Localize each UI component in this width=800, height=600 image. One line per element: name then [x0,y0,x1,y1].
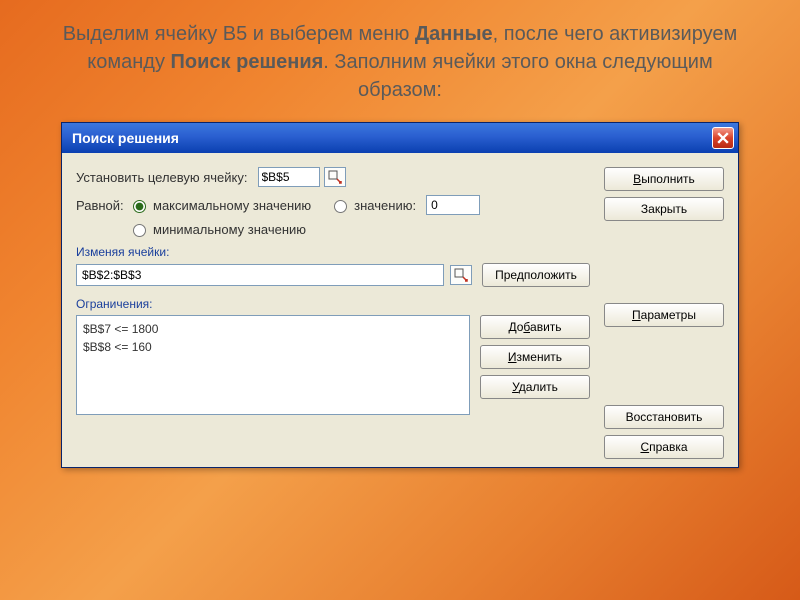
radio-min-label: минимальному значению [153,222,306,237]
list-item[interactable]: $B$8 <= 160 [83,338,463,356]
list-item[interactable]: $B$7 <= 1800 [83,320,463,338]
radio-min[interactable] [133,224,146,237]
parameters-button[interactable]: Параметры [604,303,724,327]
changing-cells-label: Изменяя ячейки: [76,245,590,259]
radio-max-label: максимальному значению [153,198,311,213]
slide-instruction: Выделим ячейку В5 и выберем меню Данные,… [0,20,800,104]
dialog-title: Поиск решения [72,130,179,146]
close-button[interactable]: Закрыть [604,197,724,221]
radio-value[interactable] [334,200,347,213]
add-button[interactable]: Добавить [480,315,590,339]
titlebar: Поиск решения [62,123,738,153]
refedit-icon[interactable] [450,265,472,285]
equal-to-label: Равной: [76,198,128,213]
radio-max[interactable] [133,200,146,213]
change-button[interactable]: Изменить [480,345,590,369]
radio-value-label: значению: [354,198,416,213]
solver-dialog: Поиск решения Установить целевую ячейку:… [61,122,739,468]
value-input[interactable] [426,195,480,215]
target-cell-label: Установить целевую ячейку: [76,170,248,185]
guess-button[interactable]: Предположить [482,263,590,287]
restore-button[interactable]: Восстановить [604,405,724,429]
refedit-icon[interactable] [324,167,346,187]
constraints-listbox[interactable]: $B$7 <= 1800 $B$8 <= 160 [76,315,470,415]
target-cell-input[interactable] [258,167,320,187]
changing-cells-input[interactable] [76,264,444,286]
close-icon[interactable] [712,127,734,149]
constraints-label: Ограничения: [76,297,590,311]
execute-button[interactable]: Выполнить [604,167,724,191]
delete-button[interactable]: Удалить [480,375,590,399]
help-button[interactable]: Справка [604,435,724,459]
